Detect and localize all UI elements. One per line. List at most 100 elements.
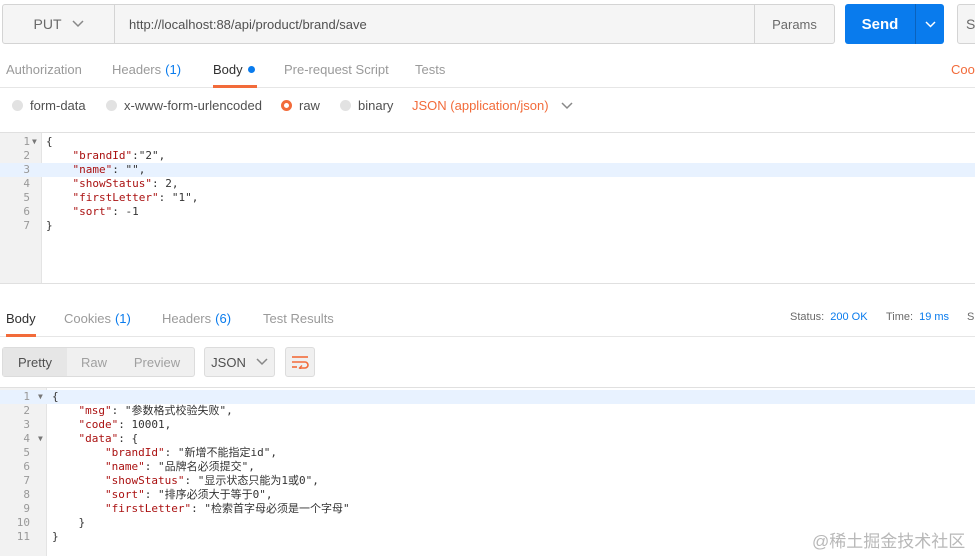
code-text: "showStatus": "显示状态只能为1或0", bbox=[104, 474, 319, 487]
code-line: 7 "showStatus": "显示状态只能为1或0", bbox=[0, 474, 975, 488]
code-line: 9 "firstLetter": "检索首字母必须是一个字母" bbox=[0, 502, 975, 516]
modified-dot-icon bbox=[247, 66, 255, 73]
size-readout: S bbox=[967, 311, 975, 323]
code-text: "showStatus": 2, bbox=[72, 177, 179, 190]
line-number: 10 bbox=[16, 516, 30, 529]
chevron-down-icon bbox=[924, 20, 936, 28]
line-number: 1 bbox=[23, 135, 30, 148]
code-line: 6 "sort": -1 bbox=[0, 205, 975, 219]
code-text: "sort": -1 bbox=[72, 205, 139, 218]
code-text: "brandId": "新增不能指定id", bbox=[104, 446, 277, 459]
time-value: 19 ms bbox=[919, 311, 950, 323]
watermark: @稀土掘金技术社区 bbox=[812, 532, 966, 551]
chevron-down-icon bbox=[561, 101, 573, 109]
line-number: 5 bbox=[23, 446, 30, 459]
fold-arrow-icon[interactable]: ▼ bbox=[38, 432, 43, 446]
time-readout: Time: 19 ms bbox=[886, 311, 949, 323]
code-text: "firstLetter": "检索首字母必须是一个字母" bbox=[104, 502, 350, 515]
tab-label: Tests bbox=[415, 62, 446, 77]
format-label: JSON bbox=[211, 354, 246, 370]
tab-test-results[interactable]: Test Results bbox=[263, 301, 334, 336]
url-value: http://localhost:88/api/product/brand/sa… bbox=[129, 16, 367, 32]
request-bar: PUT http://localhost:88/api/product/bran… bbox=[0, 0, 975, 52]
code-line: 2 "brandId":"2", bbox=[0, 149, 975, 163]
tab-label: Headers bbox=[112, 62, 162, 77]
view-raw-button[interactable]: Raw bbox=[67, 348, 121, 376]
radio-circle-icon bbox=[340, 100, 351, 111]
params-button[interactable]: Params bbox=[754, 4, 835, 44]
tab-response-headers[interactable]: Headers (6) bbox=[162, 301, 231, 336]
code-text: "msg": "参数格式校验失败", bbox=[78, 404, 233, 417]
code-line: 4 "showStatus": 2, bbox=[0, 177, 975, 191]
chevron-down-icon bbox=[71, 20, 84, 28]
code-line: 5 "firstLetter": "1", bbox=[0, 191, 975, 205]
radio-label: binary bbox=[358, 98, 394, 113]
tab-pre-request-script[interactable]: Pre-request Script bbox=[284, 52, 389, 87]
line-number: 11 bbox=[16, 530, 30, 543]
radio-selected-icon bbox=[281, 100, 292, 111]
line-number: 3 bbox=[23, 418, 30, 431]
tab-authorization[interactable]: Authorization bbox=[6, 52, 82, 87]
fold-arrow-icon[interactable]: ▼ bbox=[32, 135, 37, 149]
method-select[interactable]: PUT bbox=[2, 4, 115, 44]
request-body-editor[interactable]: 1 ▼{2 "brandId":"2", 3 "name": "", 4 "showS… bbox=[0, 132, 975, 284]
status-value: 200 OK bbox=[830, 311, 868, 323]
line-number: 4 bbox=[23, 432, 30, 445]
chevron-down-icon bbox=[256, 358, 268, 366]
tab-response-body[interactable]: Body bbox=[6, 301, 36, 337]
radio-binary[interactable]: binary bbox=[340, 98, 393, 113]
code-line: 1 ▼ { bbox=[0, 390, 975, 404]
line-number: 8 bbox=[23, 488, 30, 501]
code-line: 3 "code": 10001, bbox=[0, 418, 975, 432]
tab-tests[interactable]: Tests bbox=[415, 52, 445, 87]
time-label: Time: bbox=[886, 311, 914, 323]
wrap-lines-icon bbox=[292, 356, 309, 369]
radio-circle-icon bbox=[106, 100, 117, 111]
line-number: 7 bbox=[23, 474, 30, 487]
line-number: 9 bbox=[23, 502, 30, 515]
fold-arrow-icon[interactable]: ▼ bbox=[38, 390, 43, 404]
code-line: 3 "name": "", bbox=[0, 163, 975, 177]
save-button[interactable]: Sa bbox=[957, 4, 975, 44]
tab-label: Body bbox=[6, 311, 36, 326]
code-text: { bbox=[52, 390, 59, 403]
tab-headers[interactable]: Headers (1) bbox=[112, 52, 181, 87]
view-preview-button[interactable]: Preview bbox=[121, 348, 193, 376]
line-number: 1 bbox=[23, 390, 30, 403]
tab-count: (1) bbox=[114, 311, 131, 326]
code-text: "code": 10001, bbox=[78, 418, 172, 431]
tab-count: (6) bbox=[215, 311, 232, 326]
code-text: "name": "", bbox=[72, 163, 146, 176]
radio-label: raw bbox=[299, 98, 320, 113]
tab-label: Authorization bbox=[6, 62, 82, 77]
cookies-link[interactable]: Coo bbox=[951, 62, 975, 77]
content-type-select[interactable]: JSON (application/json) bbox=[412, 98, 573, 113]
code-line: 5 "brandId": "新增不能指定id", bbox=[0, 446, 975, 460]
url-input[interactable]: http://localhost:88/api/product/brand/sa… bbox=[115, 4, 755, 44]
tab-response-cookies[interactable]: Cookies (1) bbox=[64, 301, 131, 336]
code-line: 7} bbox=[0, 219, 975, 233]
line-number: 4 bbox=[23, 177, 30, 190]
line-number: 2 bbox=[23, 149, 30, 162]
tab-body[interactable]: Body bbox=[213, 52, 257, 88]
tab-label: Body bbox=[213, 62, 243, 77]
code-text: "firstLetter": "1", bbox=[72, 191, 199, 204]
send-options-button[interactable] bbox=[915, 4, 944, 44]
radio-label: form-data bbox=[30, 98, 86, 113]
radio-label: x-www-form-urlencoded bbox=[124, 98, 262, 113]
status-label: Status: bbox=[790, 311, 825, 323]
wrap-lines-button[interactable] bbox=[285, 347, 315, 377]
line-number: 5 bbox=[23, 191, 30, 204]
code-text: } bbox=[46, 219, 53, 232]
radio-form-data[interactable]: form-data bbox=[12, 98, 86, 113]
radio-x-www-form-urlencoded[interactable]: x-www-form-urlencoded bbox=[106, 98, 262, 113]
tab-label: Pre-request Script bbox=[284, 62, 389, 77]
radio-raw[interactable]: raw bbox=[281, 98, 320, 113]
format-select[interactable]: JSON bbox=[204, 347, 275, 377]
tab-label: Headers bbox=[162, 311, 212, 326]
code-text: } bbox=[52, 530, 59, 543]
radio-circle-icon bbox=[12, 100, 23, 111]
send-button[interactable]: Send bbox=[845, 4, 915, 44]
view-pretty-button[interactable]: Pretty bbox=[3, 348, 67, 376]
view-mode-group: Pretty Raw Preview bbox=[2, 347, 195, 377]
